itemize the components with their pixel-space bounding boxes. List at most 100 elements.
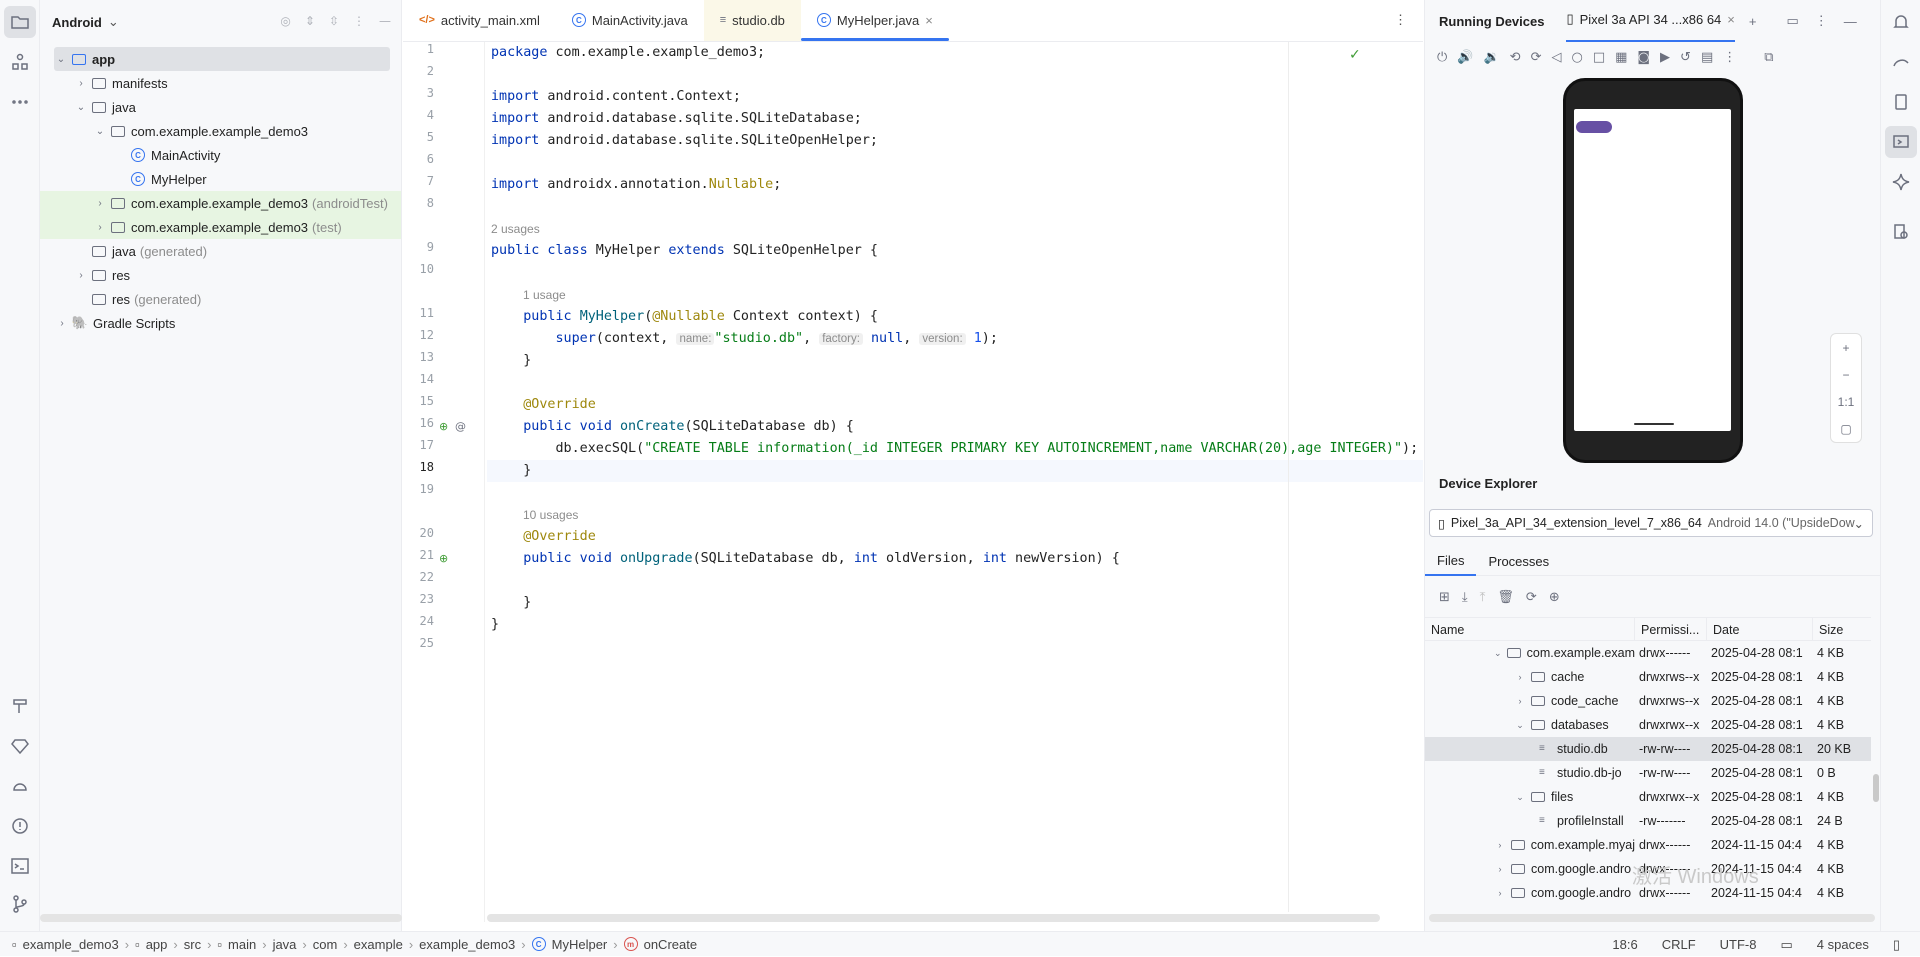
display-icon[interactable]: ▤ [1701, 50, 1713, 65]
tree-item-manifests[interactable]: › manifests [40, 71, 401, 95]
tab-options-icon[interactable]: ⋮ [1378, 0, 1423, 41]
usages-hint[interactable]: 10 usages [523, 504, 578, 526]
hide-icon[interactable]: — [379, 14, 391, 28]
file-row[interactable]: › com.example.myaj drwx------ 2024-11-15 04… [1425, 833, 1871, 857]
file-row[interactable]: ≡ studio.db-jo -rw-rw---- 2025-04-28 08:1 0 … [1425, 761, 1871, 785]
more-icon[interactable]: ⋮ [1723, 50, 1736, 65]
breadcrumb-item[interactable]: java [273, 937, 297, 952]
delete-icon[interactable]: 🗑 [1497, 590, 1514, 605]
upload-icon[interactable]: ⤒ [1480, 590, 1486, 605]
column-name[interactable]: Name [1425, 618, 1635, 640]
file-row[interactable]: ⌄ com.example.exam drwx------ 2025-04-28 08… [1425, 641, 1871, 665]
tree-item-java-generated[interactable]: java (generated) [40, 239, 401, 263]
chevron-right-icon[interactable]: › [1493, 833, 1507, 857]
chevron-down-icon[interactable]: ⌄ [93, 126, 107, 137]
home-icon[interactable]: ○ [1571, 50, 1582, 65]
expand-all-icon[interactable]: ⇕ [305, 14, 315, 28]
mirror-icon[interactable]: ⧉ [1764, 50, 1773, 65]
gesture-bar[interactable] [1634, 423, 1674, 425]
tree-item-package-androidtest[interactable]: › com.example.example_demo3 (androidTest… [40, 191, 401, 215]
rotate-left-icon[interactable]: ⟲ [1510, 50, 1521, 65]
chevron-down-icon[interactable]: ⌄ [1493, 641, 1503, 665]
power-icon[interactable]: ⏻ [1437, 50, 1447, 65]
chevron-down-icon[interactable]: ⌄ [1513, 785, 1527, 809]
volume-up-icon[interactable]: 🔊 [1457, 50, 1473, 65]
indent-setting[interactable]: 4 spaces [1817, 937, 1869, 952]
column-size[interactable]: Size [1813, 618, 1871, 640]
back-icon[interactable]: ◁ [1551, 50, 1561, 65]
reset-icon[interactable]: ↺ [1680, 50, 1691, 65]
line-separator[interactable]: CRLF [1662, 937, 1696, 952]
tree-item-java[interactable]: ⌄ java [40, 95, 401, 119]
device-manager-icon[interactable] [1885, 86, 1917, 118]
device-selector[interactable]: ▯ Pixel_3a_API_34_extension_level_7_x86_… [1429, 509, 1873, 537]
column-date[interactable]: Date [1707, 618, 1813, 640]
tree-item-package[interactable]: ⌄ com.example.example_demo3 [40, 119, 401, 143]
breadcrumb-item[interactable]: main [228, 937, 256, 952]
file-table-vertical-scrollbar[interactable] [1873, 774, 1879, 802]
breadcrumb-item[interactable]: example_demo3 [23, 937, 119, 952]
tree-item-app[interactable]: ⌄ app [54, 47, 390, 71]
options-icon[interactable]: ⋮ [1815, 13, 1828, 29]
options-icon[interactable]: ⋮ [353, 14, 365, 28]
file-row[interactable]: ≡ profileInstall -rw------- 2025-04-28 08:1… [1425, 809, 1871, 833]
locate-icon[interactable]: ⊕ [1549, 590, 1560, 605]
project-folder-icon[interactable] [4, 6, 36, 38]
zoom-in-icon[interactable]: + [1842, 341, 1849, 355]
tab-activity-main-xml[interactable]: </> activity_main.xml [403, 0, 556, 41]
tree-item-package-test[interactable]: › com.example.example_demo3 (test) [40, 215, 401, 239]
usages-hint[interactable]: 1 usage [523, 284, 566, 306]
breadcrumb-item[interactable]: example [354, 937, 403, 952]
gradle-icon[interactable] [1885, 46, 1917, 78]
file-table-horizontal-scrollbar[interactable] [1429, 914, 1875, 922]
add-device-icon[interactable]: + [1749, 14, 1757, 29]
device-tab[interactable]: ▯ Pixel 3a API 34 ...x86 64 × [1566, 0, 1735, 42]
chevron-right-icon[interactable]: › [93, 222, 107, 233]
chevron-right-icon[interactable]: › [74, 78, 88, 89]
tree-item-myhelper[interactable]: C MyHelper [40, 167, 401, 191]
close-icon[interactable]: × [925, 13, 933, 28]
chevron-right-icon[interactable]: › [74, 270, 88, 281]
usages-hint[interactable]: 2 usages [491, 218, 540, 240]
collapse-all-icon[interactable]: ⇳ [329, 14, 339, 28]
record-icon[interactable]: ▶ [1660, 50, 1670, 65]
device-screen[interactable] [1574, 109, 1731, 431]
override-gutter-icon[interactable]: ⊕ [439, 420, 448, 433]
tree-item-res-generated[interactable]: res (generated) [40, 287, 401, 311]
file-row[interactable]: › code_cache drwxrws--x 2025-04-28 08:1 4 KB [1425, 689, 1871, 713]
gemini-sparkle-icon[interactable] [1885, 166, 1917, 198]
file-row[interactable]: ⌄ databases drwxrwx--x 2025-04-28 08:1 4 KB [1425, 713, 1871, 737]
chevron-right-icon[interactable]: › [1493, 881, 1507, 905]
overview-icon[interactable]: □ [1593, 50, 1605, 65]
code-content[interactable]: package com.example.example_demo3; impor… [487, 42, 1423, 912]
override-gutter-icon[interactable]: ⊕ [439, 552, 448, 565]
chevron-down-icon[interactable]: ⌄ [54, 54, 68, 65]
tab-processes[interactable]: Processes [1476, 546, 1561, 576]
at-annotation-icon[interactable]: @ [455, 420, 466, 433]
notifications-icon[interactable] [1885, 6, 1917, 38]
file-row[interactable]: › cache drwxrws--x 2025-04-28 08:1 4 KB [1425, 665, 1871, 689]
zoom-out-icon[interactable]: − [1842, 368, 1849, 382]
readonly-lock-icon[interactable]: ▭ [1781, 937, 1793, 953]
snapshot-icon[interactable]: ▦ [1615, 50, 1627, 65]
breadcrumb-item[interactable]: com [313, 937, 338, 952]
breadcrumb-item[interactable]: example_demo3 [419, 937, 515, 952]
hide-icon[interactable]: — [1844, 14, 1857, 29]
chevron-right-icon[interactable]: › [1513, 689, 1527, 713]
zoom-actual-size-button[interactable]: 1:1 [1838, 395, 1855, 409]
chevron-down-icon[interactable]: ⌄ [1513, 713, 1527, 737]
structure-icon[interactable] [4, 46, 36, 78]
fit-screen-icon[interactable]: ▢ [1840, 422, 1851, 436]
chevron-down-icon[interactable]: ⌄ [74, 102, 88, 113]
more-tools-icon[interactable] [4, 86, 36, 118]
column-permissions[interactable]: Permissi... [1635, 618, 1707, 640]
caret-position[interactable]: 18:6 [1612, 937, 1637, 952]
terminal-icon[interactable] [4, 850, 36, 882]
file-encoding[interactable]: UTF-8 [1720, 937, 1757, 952]
new-folder-icon[interactable]: ⊞ [1439, 590, 1450, 605]
tree-item-gradle-scripts[interactable]: › 🐘 Gradle Scripts [40, 311, 401, 335]
project-horizontal-scrollbar[interactable] [40, 914, 402, 922]
chevron-right-icon[interactable]: › [93, 198, 107, 209]
breadcrumb-item[interactable]: src [184, 937, 201, 952]
build-hammer-icon[interactable] [4, 690, 36, 722]
